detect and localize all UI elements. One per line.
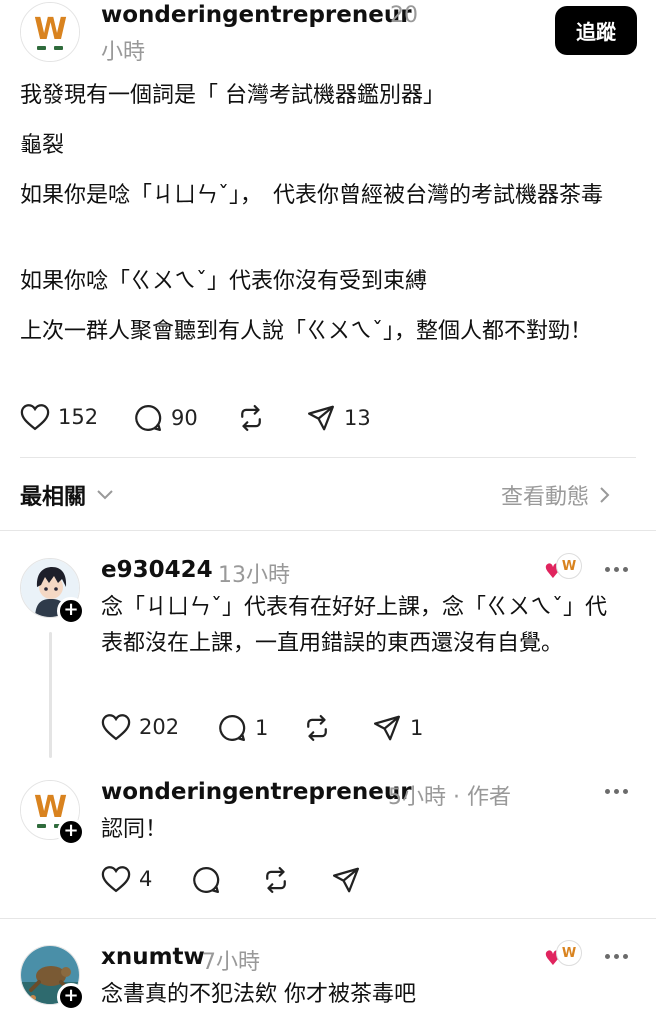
follow-plus-button[interactable]: + <box>57 597 85 625</box>
post-author-username[interactable]: wonderingentrepreneur <box>101 2 412 28</box>
divider <box>20 457 636 458</box>
like-button[interactable]: 152 <box>20 403 98 431</box>
repost-icon <box>266 867 286 893</box>
comment-count: 1 <box>255 716 269 740</box>
like-button[interactable]: 202 <box>101 713 179 741</box>
follow-plus-button[interactable]: + <box>57 818 85 846</box>
repost-button[interactable] <box>302 713 332 743</box>
more-icon[interactable] <box>605 954 628 959</box>
view-activity-label: 查看動態 <box>501 485 590 510</box>
reply-username[interactable]: xnumtw <box>101 944 205 970</box>
follow-button[interactable]: 追蹤 <box>555 6 637 55</box>
share-button[interactable] <box>331 865 361 895</box>
view-activity-link[interactable]: 查看動態 <box>501 479 611 511</box>
divider <box>0 530 656 531</box>
more-icon[interactable] <box>605 789 628 794</box>
brand-logo: W <box>556 940 582 966</box>
send-icon <box>308 405 334 431</box>
reply-username[interactable]: wonderingentrepreneur <box>101 779 412 805</box>
heart-icon <box>101 866 131 893</box>
chevron-down-icon <box>97 490 113 500</box>
like-button[interactable]: 4 <box>101 865 152 893</box>
post-time: 20 <box>390 3 418 28</box>
post-paragraph: 如果你唸「ㄍㄨㄟˇ」代表你沒有受到束縛 <box>20 269 428 294</box>
comment-button[interactable]: 90 <box>133 403 198 433</box>
author-liked-badge: ♥ W <box>544 553 584 583</box>
reply-time: 13小時 <box>218 563 290 588</box>
repost-icon <box>241 405 261 431</box>
thread-line <box>49 632 52 758</box>
like-count: 202 <box>139 715 180 739</box>
comment-button[interactable]: 1 <box>217 713 268 743</box>
post-time-unit: 小時 <box>101 40 146 65</box>
sort-label: 最相關 <box>20 485 87 510</box>
like-count: 4 <box>139 867 153 891</box>
reply-username[interactable]: e930424 <box>101 557 213 583</box>
post-paragraph: 龜裂 <box>20 133 65 158</box>
reply-text: 念書真的不犯法欸 你才被茶毒吧 <box>101 982 416 1007</box>
reply-time: 5小時 · 作者 <box>388 785 511 810</box>
repost-icon <box>307 715 327 741</box>
comment-icon <box>219 714 246 741</box>
comment-icon <box>193 866 220 893</box>
share-button[interactable]: 13 <box>306 403 371 433</box>
like-count: 152 <box>58 405 99 429</box>
heart-icon <box>20 404 50 431</box>
send-icon <box>374 715 400 741</box>
repost-button[interactable] <box>236 403 266 433</box>
chevron-right-icon <box>600 487 610 503</box>
comment-button[interactable] <box>191 865 221 895</box>
reply-time: 7小時 <box>202 950 260 975</box>
brand-logo: W <box>556 553 582 579</box>
post-paragraph: 如果你是唸「ㄐㄩㄣˇ」， 代表你曾經被台灣的考試機器茶毒 <box>20 183 604 208</box>
comment-count: 90 <box>171 406 198 430</box>
reply-text: 念「ㄐㄩㄣˇ」代表有在好好上課，念「ㄍㄨㄟˇ」代表都沒在上課，一直用錯誤的東西還… <box>101 595 608 656</box>
share-count: 1 <box>410 716 424 740</box>
share-count: 13 <box>344 406 371 430</box>
more-icon[interactable] <box>605 567 628 572</box>
comment-icon <box>135 404 162 431</box>
repost-button[interactable] <box>261 865 291 895</box>
follow-plus-button[interactable]: + <box>57 983 85 1011</box>
heart-icon <box>101 714 131 741</box>
post-author-avatar[interactable]: W <box>20 2 80 62</box>
share-button[interactable]: 1 <box>372 713 423 743</box>
reply-text: 認同！ <box>101 817 168 842</box>
send-icon <box>333 867 359 893</box>
brand-logo: W <box>21 3 79 61</box>
author-liked-badge: ♥ W <box>544 940 584 970</box>
post-paragraph: 上次一群人聚會聽到有人說「ㄍㄨㄟˇ」，整個人都不對勁！ <box>20 319 593 344</box>
post-paragraph: 我發現有一個詞是「 台灣考試機器鑑別器」 <box>20 83 445 108</box>
sort-dropdown[interactable]: 最相關 <box>20 479 114 511</box>
divider <box>0 918 656 919</box>
